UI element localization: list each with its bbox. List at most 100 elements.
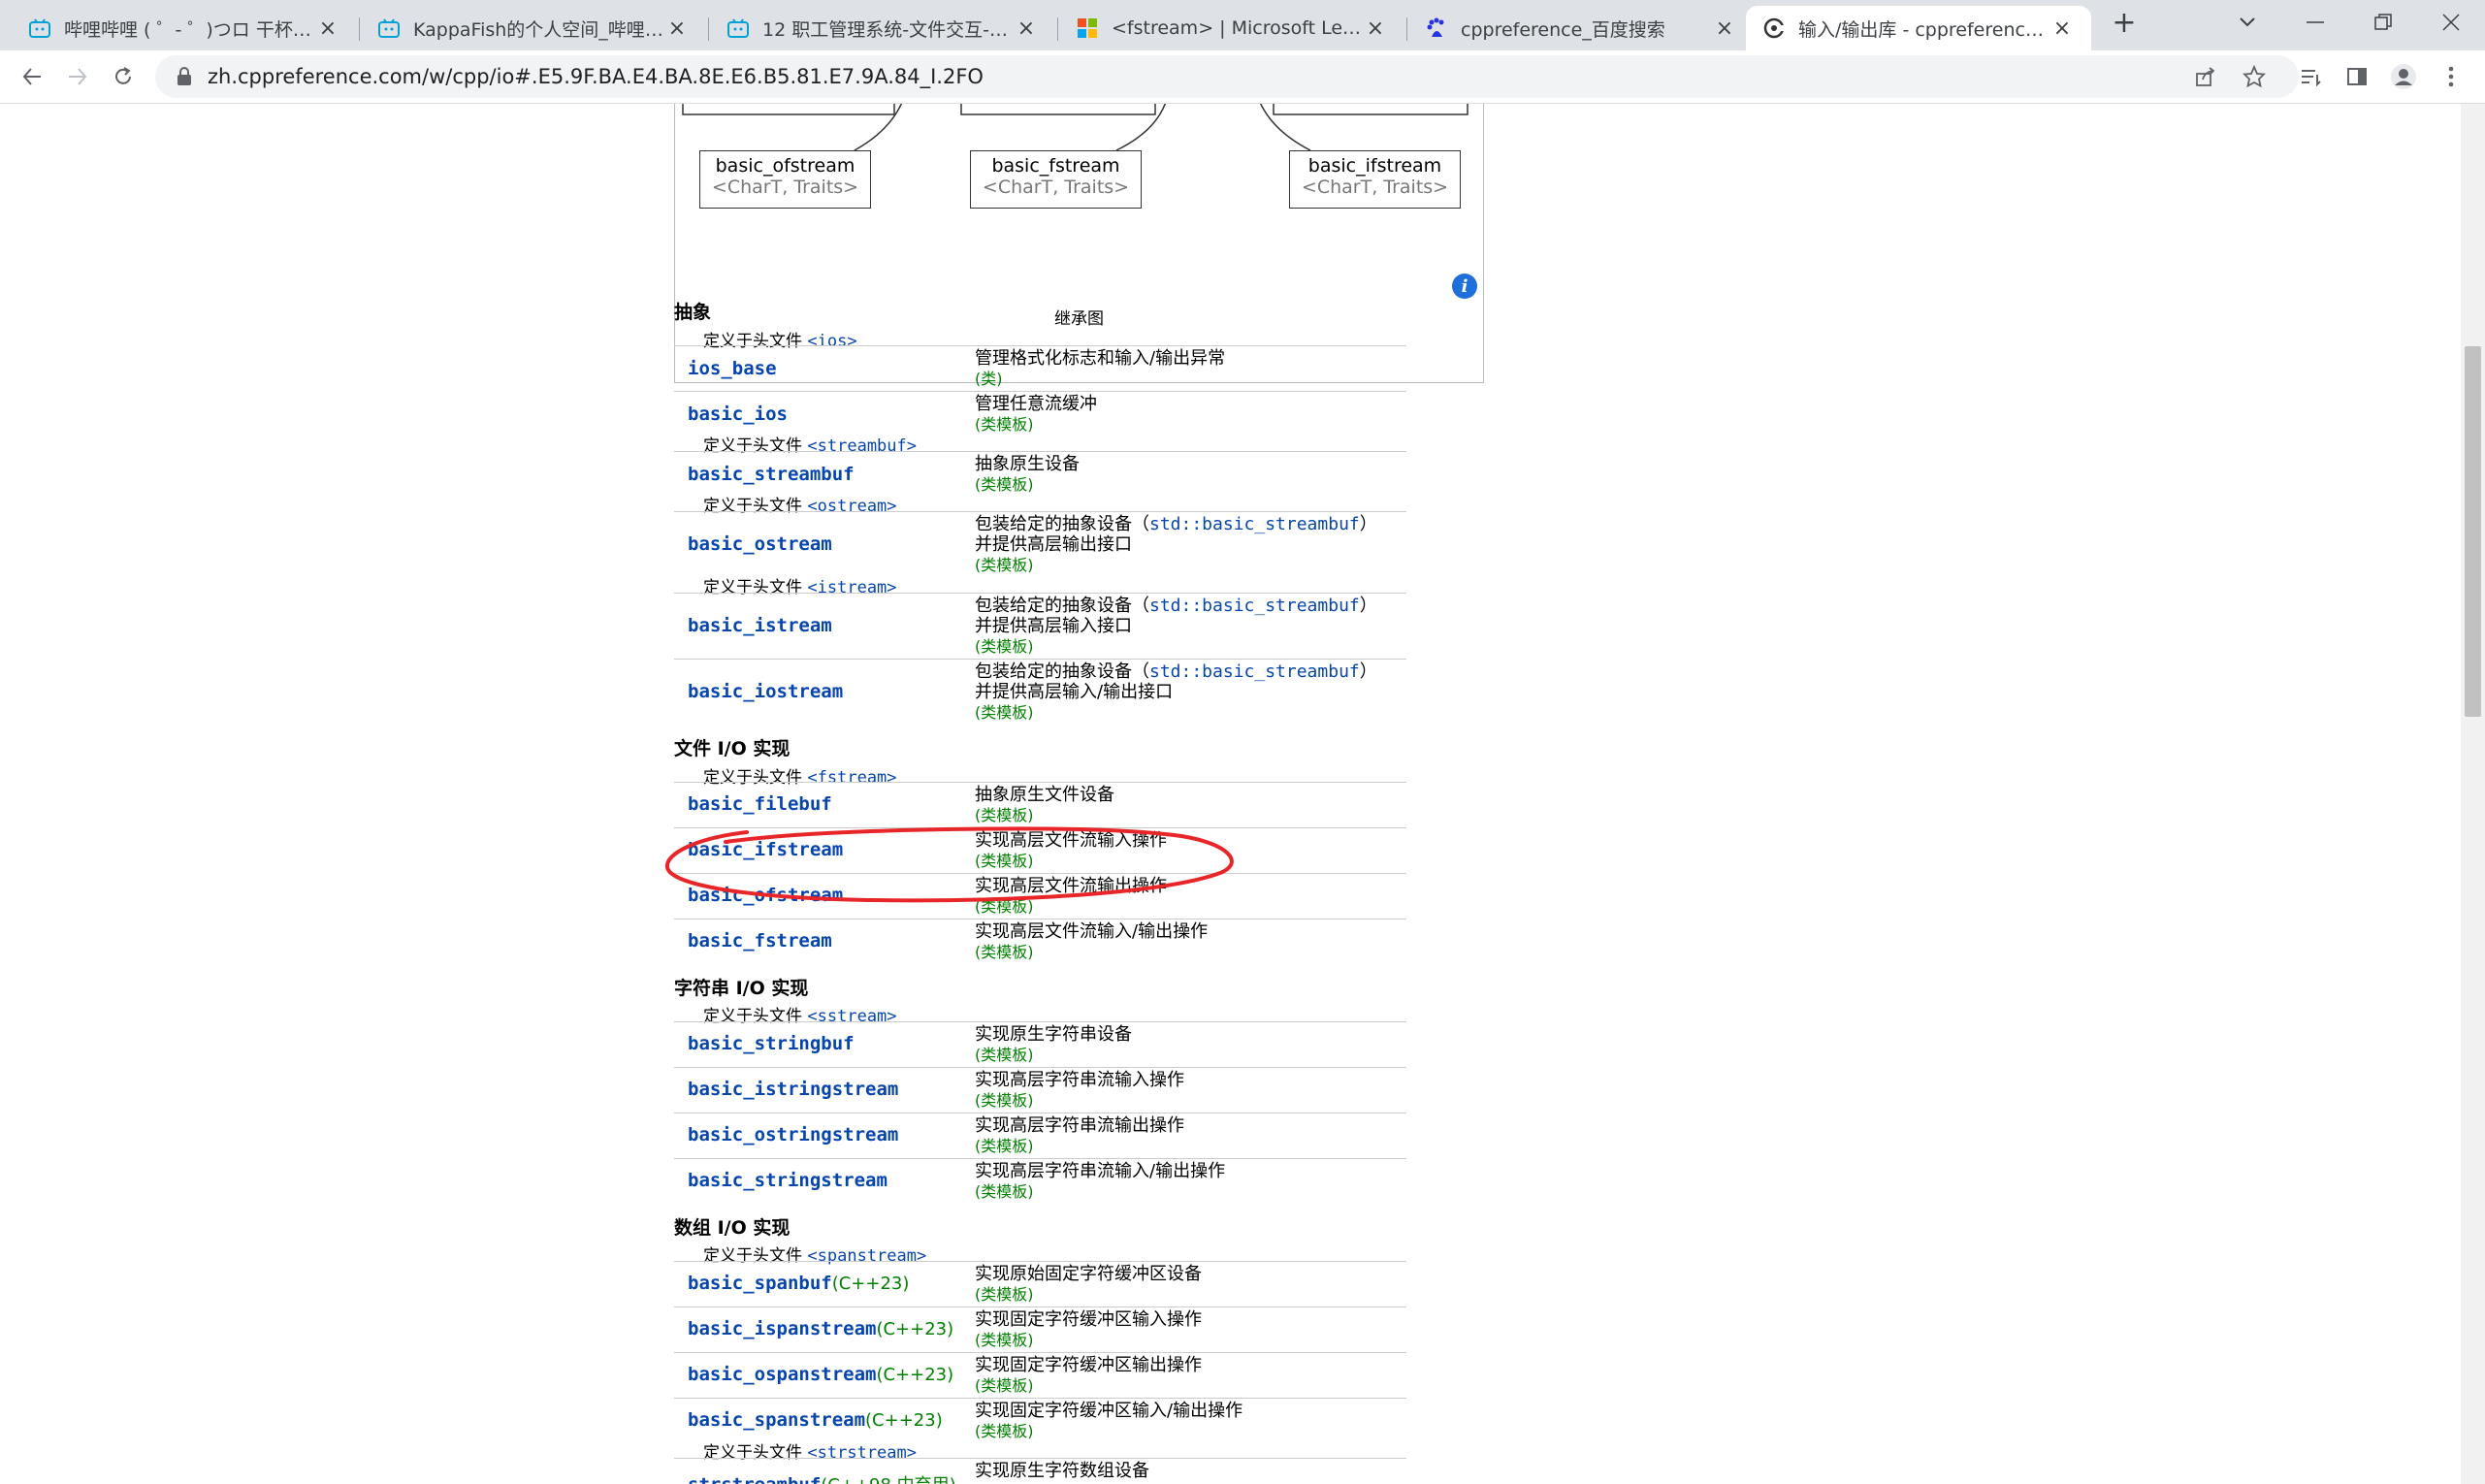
- header-link[interactable]: <sstream>: [807, 1007, 896, 1026]
- entry-desc: 抽象原生文件设备 (类模板): [975, 785, 1114, 825]
- kind-label[interactable]: (类模板): [975, 1330, 1202, 1350]
- diagram-box-ofstream[interactable]: basic_ofstream <CharT, Traits>: [699, 150, 871, 209]
- vertical-scrollbar[interactable]: [2461, 104, 2485, 1484]
- diagram-box-fstream[interactable]: basic_fstream <CharT, Traits>: [970, 150, 1142, 209]
- tab-microsoft-learn[interactable]: <fstream> | Microsoft Learn ×: [1059, 6, 1404, 50]
- kind-label[interactable]: (类模板): [975, 1045, 1132, 1065]
- profile-avatar-icon[interactable]: [2387, 60, 2420, 93]
- share-icon[interactable]: [2189, 60, 2222, 93]
- kind-label[interactable]: (类模板): [975, 555, 1377, 575]
- entry-basic-spanbuf: basic_spanbuf(C++23): [688, 1273, 909, 1294]
- entry-desc: 包装给定的抽象设备（std::basic_streambuf） 并提供高层输出接口…: [975, 514, 1377, 575]
- entry-ios-base[interactable]: ios_base: [688, 358, 777, 379]
- kind-label[interactable]: (类模板): [975, 1421, 1242, 1441]
- header-prefix: 定义于头文件: [703, 1443, 802, 1463]
- kind-label[interactable]: (类模板): [975, 805, 1114, 825]
- entry-basic-ostream[interactable]: basic_ostream: [688, 533, 832, 555]
- entry-link[interactable]: basic_spanbuf: [688, 1273, 832, 1294]
- kind-label[interactable]: (类模板): [975, 1136, 1184, 1156]
- entry-basic-filebuf[interactable]: basic_filebuf: [688, 793, 832, 815]
- kind-label[interactable]: (类模板): [975, 942, 1208, 962]
- tab-baidu[interactable]: cppreference_百度搜索 ×: [1408, 6, 1754, 50]
- header-line-istream: 定义于头文件 <istream>: [703, 573, 897, 597]
- bookmark-star-icon[interactable]: [2238, 60, 2271, 93]
- entry-link[interactable]: basic_ispanstream: [688, 1318, 876, 1339]
- kind-label[interactable]: (类模板): [975, 702, 1377, 723]
- close-icon[interactable]: ×: [316, 16, 339, 41]
- entry-basic-iostream[interactable]: basic_iostream: [688, 681, 843, 702]
- header-link[interactable]: <ios>: [807, 332, 856, 351]
- row-divider: [674, 1398, 1406, 1399]
- code-link[interactable]: std::basic_streambuf: [1149, 661, 1360, 682]
- tab-bilibili-home[interactable]: 哔哩哔哩 ( ゜- ゜)つロ 干杯~-bilibili ×: [12, 6, 357, 50]
- entry-basic-istringstream[interactable]: basic_istringstream: [688, 1079, 898, 1100]
- reading-list-icon[interactable]: [2294, 60, 2327, 93]
- code-link[interactable]: std::basic_streambuf: [1149, 596, 1360, 616]
- desc-text: 实现原生字符串设备: [975, 1024, 1132, 1045]
- entry-link[interactable]: strstreambuf: [688, 1474, 821, 1484]
- kind-label[interactable]: (类模板): [975, 1284, 1202, 1305]
- scrollbar-thumb[interactable]: [2465, 346, 2481, 717]
- desc-text: 实现固定字符缓冲区输入/输出操作: [975, 1401, 1243, 1421]
- kind-label[interactable]: (类模板): [975, 1375, 1202, 1396]
- entry-basic-istream[interactable]: basic_istream: [688, 615, 832, 636]
- kind-label[interactable]: (类): [975, 369, 1225, 389]
- back-button[interactable]: [16, 60, 48, 93]
- kind-label[interactable]: (类模板): [975, 636, 1377, 657]
- code-link[interactable]: std::basic_streambuf: [1149, 514, 1360, 534]
- section-heading-file-io: 文件 I/O 实现: [674, 738, 791, 759]
- entry-desc: 实现原生字符串设备 (类模板): [975, 1024, 1132, 1065]
- row-divider: [674, 1067, 1406, 1068]
- box-params: <CharT, Traits>: [1301, 177, 1449, 198]
- close-icon[interactable]: ×: [2050, 16, 2074, 41]
- close-icon[interactable]: ×: [1713, 16, 1736, 41]
- kind-label[interactable]: (类模板): [975, 1181, 1225, 1202]
- entry-link[interactable]: basic_spanstream: [688, 1409, 865, 1431]
- reload-button[interactable]: [107, 60, 140, 93]
- address-bar[interactable]: zh.cppreference.com/w/cpp/io#.E5.9F.BA.E…: [155, 55, 2299, 98]
- entry-basic-ostringstream[interactable]: basic_ostringstream: [688, 1124, 898, 1145]
- header-prefix: 定义于头文件: [703, 1007, 802, 1026]
- tab-title: 12 职工管理系统-文件交互-读文件: [762, 18, 1015, 41]
- desc-text: 抽象原生设备: [975, 454, 1080, 474]
- header-link[interactable]: <fstream>: [807, 768, 896, 788]
- close-window-button[interactable]: [2417, 0, 2485, 45]
- tab-video[interactable]: 12 职工管理系统-文件交互-读文件 ×: [710, 6, 1055, 50]
- lock-icon[interactable]: [175, 67, 194, 86]
- header-link[interactable]: <streambuf>: [807, 436, 917, 456]
- close-icon[interactable]: ×: [1364, 16, 1387, 41]
- entry-basic-ios[interactable]: basic_ios: [688, 403, 788, 425]
- header-link[interactable]: <ostream>: [807, 497, 896, 516]
- minimize-button[interactable]: [2281, 0, 2349, 45]
- diagram-box-ifstream[interactable]: basic_ifstream <CharT, Traits>: [1289, 150, 1461, 209]
- entry-basic-fstream[interactable]: basic_fstream: [688, 930, 832, 952]
- header-link[interactable]: <strstream>: [807, 1443, 917, 1463]
- entry-basic-stringbuf[interactable]: basic_stringbuf: [688, 1033, 855, 1054]
- header-link[interactable]: <spanstream>: [807, 1246, 926, 1266]
- desc-text: 实现高层字符串流输入操作: [975, 1070, 1184, 1090]
- header-line-strstream: 定义于头文件 <strstream>: [703, 1438, 917, 1463]
- chevron-down-icon[interactable]: [2213, 0, 2281, 45]
- close-icon[interactable]: ×: [665, 16, 689, 41]
- menu-dots-icon[interactable]: [2435, 60, 2468, 93]
- kind-label[interactable]: (类模板): [975, 1090, 1184, 1111]
- side-panel-icon[interactable]: [2340, 60, 2373, 93]
- tab-cppreference[interactable]: 输入/输出库 - cppreference.com ×: [1746, 6, 2091, 50]
- entry-basic-streambuf[interactable]: basic_streambuf: [688, 464, 855, 485]
- tab-kappafish[interactable]: KappaFish的个人空间_哔哩哔哩_bilibili ×: [361, 6, 706, 50]
- forward-button[interactable]: [61, 60, 94, 93]
- microsoft-icon: [1077, 17, 1098, 39]
- header-link[interactable]: <istream>: [807, 578, 896, 597]
- new-tab-button[interactable]: +: [2090, 0, 2158, 45]
- row-divider: [674, 1021, 1406, 1022]
- entry-link[interactable]: basic_ospanstream: [688, 1364, 876, 1385]
- kind-label[interactable]: (类模板): [975, 474, 1080, 495]
- kind-label[interactable]: (类模板): [975, 414, 1097, 435]
- entry-basic-stringstream[interactable]: basic_stringstream: [688, 1170, 888, 1191]
- restore-button[interactable]: [2349, 0, 2417, 45]
- info-icon[interactable]: i: [1452, 274, 1477, 299]
- tab-title: 哔哩哔哩 ( ゜- ゜)つロ 干杯~-bilibili: [64, 18, 316, 41]
- row-divider: [674, 659, 1406, 660]
- close-icon[interactable]: ×: [1015, 16, 1038, 41]
- entry-basic-spanstream: basic_spanstream(C++23): [688, 1409, 943, 1431]
